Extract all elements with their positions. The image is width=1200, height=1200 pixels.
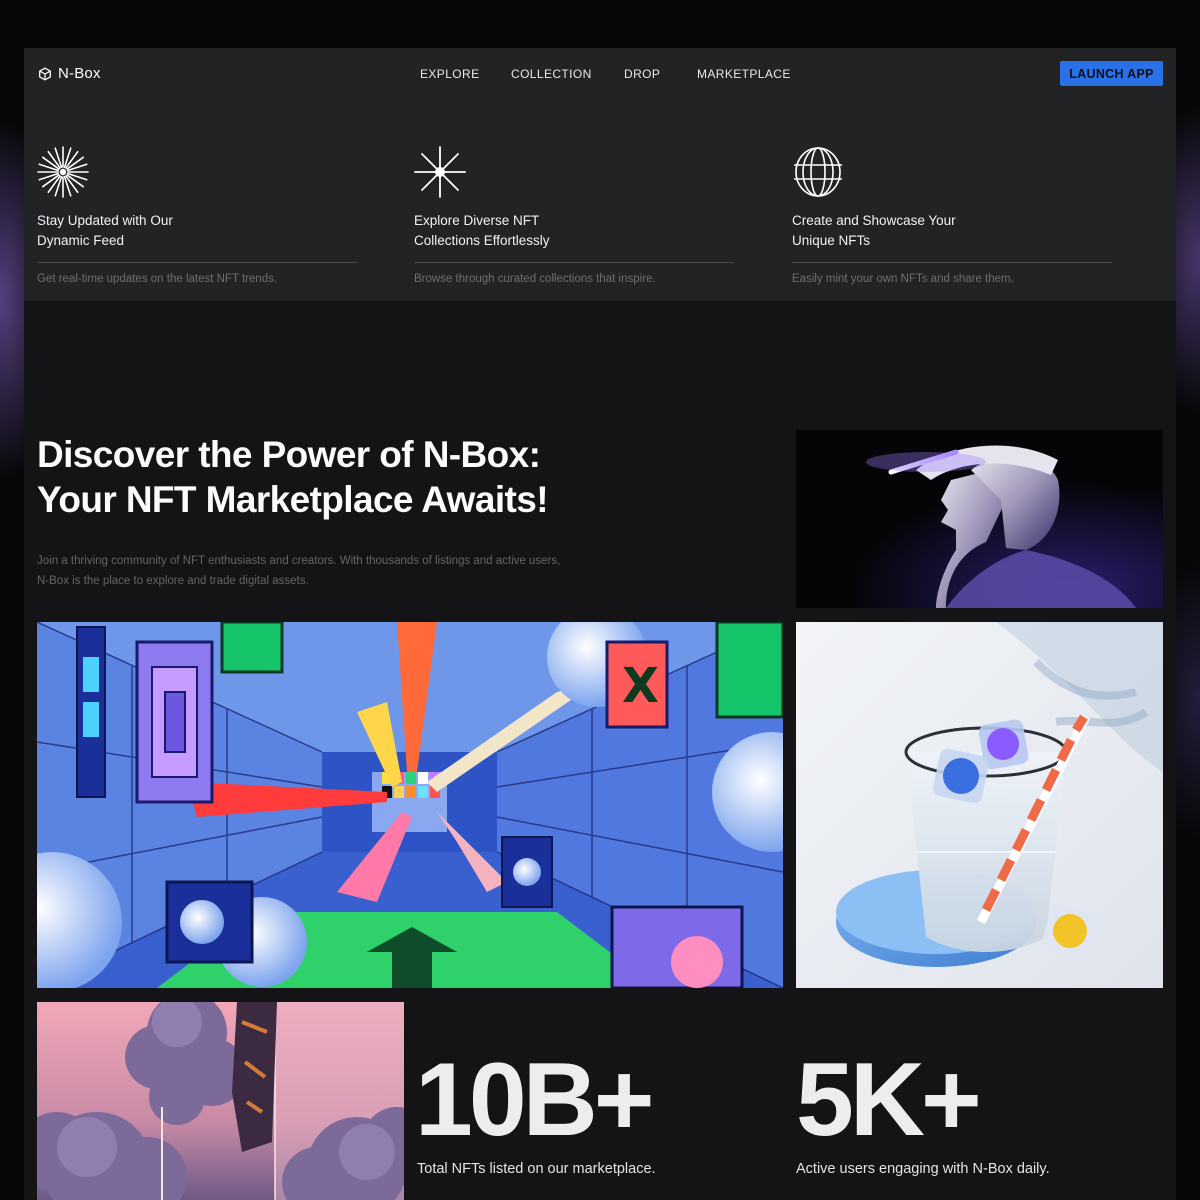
top-panel: N-Box EXPLORE COLLECTION DROP MARKETPLAC… <box>24 48 1176 301</box>
feature-description: Browse through curated collections that … <box>414 273 656 285</box>
feature-title-line: Stay Updated with Our <box>37 213 173 228</box>
nft-image-bust[interactable] <box>796 430 1163 608</box>
feature-card-collections: Explore Diverse NFT Collections Effortle… <box>414 146 734 285</box>
stat-value-users: 5K+ <box>796 1042 982 1158</box>
nft-image-clouds[interactable] <box>37 1002 404 1200</box>
nft-image-tunnel[interactable]: X <box>37 622 783 988</box>
nav-drop[interactable]: DROP <box>624 67 660 81</box>
starburst-icon <box>37 146 89 198</box>
nft-image-glass[interactable] <box>796 622 1163 988</box>
nav-collection[interactable]: COLLECTION <box>511 67 592 81</box>
hero-text-line: N-Box is the place to explore and trade … <box>37 574 309 587</box>
hero-text-line: Join a thriving community of NFT enthusi… <box>37 555 561 567</box>
feature-title: Stay Updated with Our Dynamic Feed <box>37 211 227 250</box>
stat-label-users: Active users engaging with N-Box daily. <box>796 1161 1050 1177</box>
feature-title: Explore Diverse NFT Collections Effortle… <box>414 211 604 250</box>
feature-title-line: Collections Effortlessly <box>414 232 550 248</box>
spark-icon <box>414 146 466 198</box>
box-icon <box>39 67 51 80</box>
feature-description: Easily mint your own NFTs and share them… <box>792 273 1014 285</box>
tunnel-artwork: X <box>37 622 783 988</box>
hero-title: Discover the Power of N-Box: Your NFT Ma… <box>37 432 657 522</box>
stat-label-nfts: Total NFTs listed on our marketplace. <box>417 1161 656 1177</box>
feature-title-line: Dynamic Feed <box>37 232 125 248</box>
hero-title-line: Your NFT Marketplace Awaits! <box>37 479 549 520</box>
feature-title-line: Explore Diverse NFT <box>414 213 540 228</box>
feature-card-feed: Stay Updated with Our Dynamic Feed Get r… <box>37 146 357 285</box>
brand-name: N-Box <box>58 65 101 82</box>
rings-icon <box>794 147 842 197</box>
feature-card-create: Create and Showcase Your Unique NFTs Eas… <box>792 146 1112 285</box>
bust-artwork <box>796 430 1163 608</box>
hero-title-line: Discover the Power of N-Box: <box>37 434 541 475</box>
feature-description: Get real-time updates on the latest NFT … <box>37 273 278 285</box>
nav-explore[interactable]: EXPLORE <box>420 67 480 81</box>
feature-divider <box>414 262 734 263</box>
launch-app-button[interactable]: LAUNCH APP <box>1060 61 1163 86</box>
stat-value-nfts: 10B+ <box>415 1042 655 1158</box>
feature-title-line: Create and Showcase Your <box>792 213 956 228</box>
feature-divider <box>37 262 357 263</box>
glass-artwork <box>796 622 1163 988</box>
hero-description: Join a thriving community of NFT enthusi… <box>37 552 607 591</box>
clouds-artwork <box>37 1002 404 1200</box>
nav-marketplace[interactable]: MARKETPLACE <box>697 67 791 81</box>
page-frame: N-Box EXPLORE COLLECTION DROP MARKETPLAC… <box>24 48 1176 1200</box>
feature-divider <box>792 262 1112 263</box>
feature-title: Create and Showcase Your Unique NFTs <box>792 211 982 250</box>
svg-text:X: X <box>622 658 659 714</box>
brand-logo[interactable]: N-Box <box>38 65 101 82</box>
feature-title-line: Unique NFTs <box>792 232 871 248</box>
